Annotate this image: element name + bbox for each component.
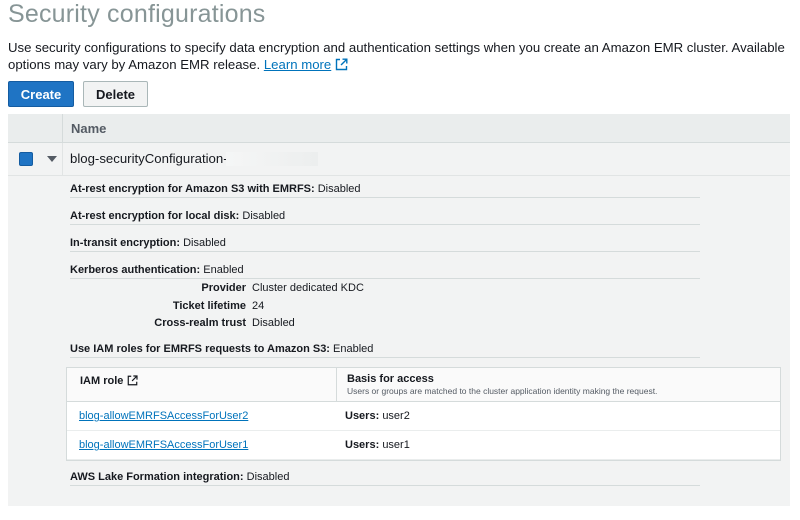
learn-more-link[interactable]: Learn more — [264, 57, 348, 72]
detail-transit-encryption: In-transit encryption: Disabled — [70, 237, 226, 249]
detail-disk-encryption: At-rest encryption for local disk: Disab… — [70, 210, 286, 222]
create-button[interactable]: Create — [8, 81, 74, 107]
divider — [70, 224, 700, 225]
divider — [70, 278, 700, 279]
caret-down-icon[interactable] — [47, 156, 57, 162]
external-link-icon[interactable] — [127, 375, 138, 386]
iam-role-link[interactable]: blog-allowEMRFSAccessForUser2 — [79, 410, 248, 422]
iam-table-header: IAM role Basis for access Users or group… — [67, 368, 780, 402]
page-title: Security configurations — [8, 0, 266, 28]
table-header: Name — [8, 114, 790, 143]
iam-role-table: IAM role Basis for access Users or group… — [66, 367, 781, 461]
iam-role-link[interactable]: blog-allowEMRFSAccessForUser1 — [79, 439, 248, 451]
basis-column-header: Basis for access — [347, 373, 434, 385]
kerberos-provider: Provider Cluster dedicated KDC — [201, 282, 364, 294]
row-checkbox[interactable] — [19, 152, 33, 166]
column-header-name[interactable]: Name — [71, 121, 106, 136]
row-select-cell — [8, 143, 63, 175]
delete-button[interactable]: Delete — [83, 81, 148, 107]
basis-for-access: Users: user2 — [345, 410, 410, 422]
header-select-column — [8, 114, 63, 142]
column-separator — [336, 368, 337, 401]
iam-table-row: blog-allowEMRFSAccessForUser2 Users: use… — [67, 402, 780, 431]
description-text: Use security configurations to specify d… — [8, 40, 785, 72]
detail-s3-encryption: At-rest encryption for Amazon S3 with EM… — [70, 183, 361, 195]
detail-iam-roles: Use IAM roles for EMRFS requests to Amaz… — [70, 343, 374, 355]
detail-kerberos: Kerberos authentication: Enabled — [70, 264, 244, 276]
divider — [70, 485, 700, 486]
row-name: blog-securityConfiguration- — [70, 151, 228, 166]
table-row[interactable]: blog-securityConfiguration- — [8, 143, 790, 176]
iam-role-column-header: IAM role — [80, 375, 138, 387]
external-link-icon — [336, 58, 348, 70]
iam-table-row: blog-allowEMRFSAccessForUser1 Users: use… — [67, 431, 780, 460]
divider — [70, 357, 700, 358]
divider — [70, 197, 700, 198]
basis-column-subtitle: Users or groups are matched to the clust… — [347, 386, 658, 396]
kerberos-cross-realm: Cross-realm trust Disabled — [154, 317, 295, 329]
divider — [70, 251, 700, 252]
redacted-region — [226, 152, 318, 166]
detail-lake-formation: AWS Lake Formation integration: Disabled — [70, 471, 290, 483]
kerberos-ticket-lifetime: Ticket lifetime 24 — [172, 300, 265, 312]
basis-for-access: Users: user1 — [345, 439, 410, 451]
security-config-table: Name blog-securityConfiguration- At-rest… — [8, 114, 790, 506]
page-description: Use security configurations to specify d… — [8, 40, 788, 73]
